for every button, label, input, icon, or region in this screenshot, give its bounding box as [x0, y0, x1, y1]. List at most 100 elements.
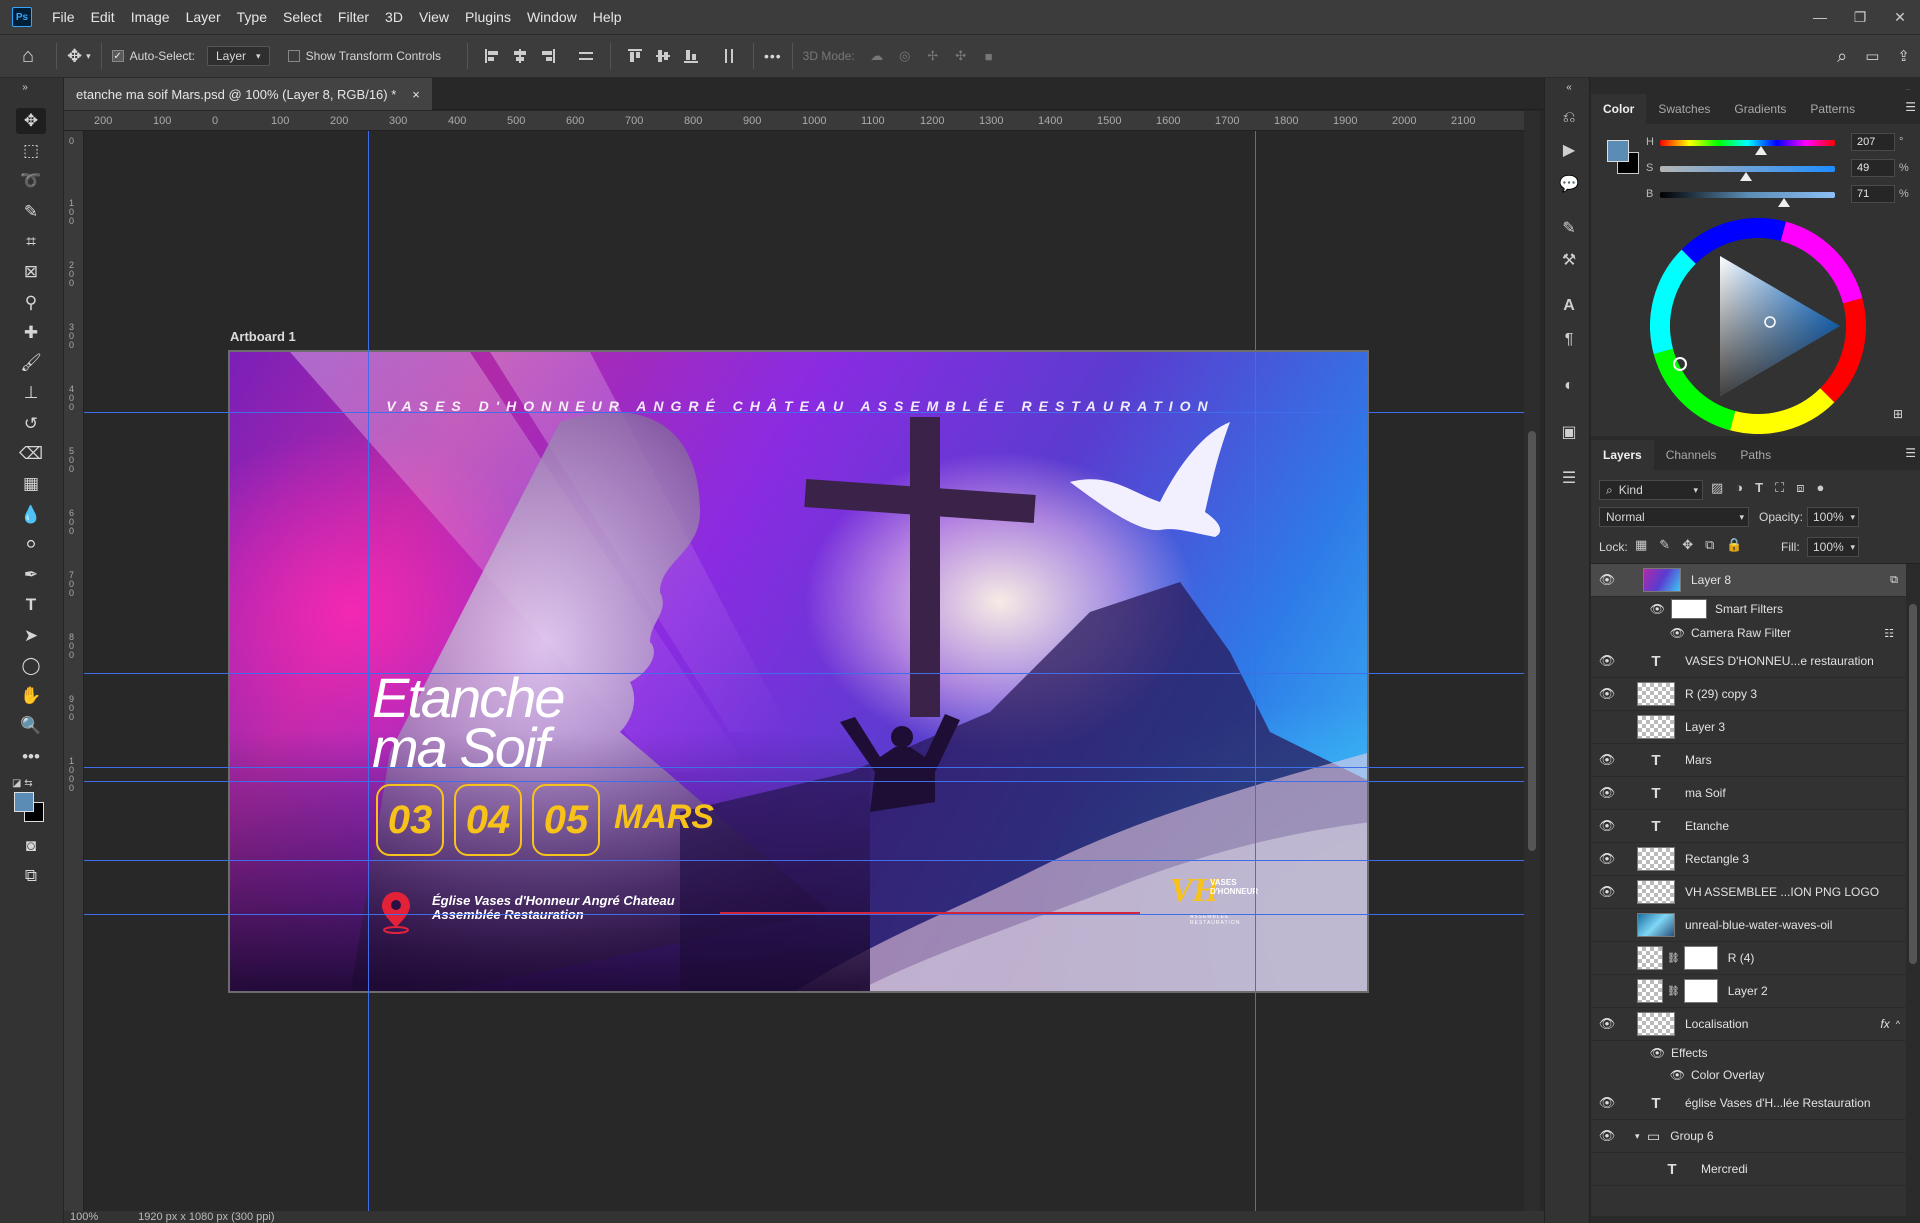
- canvas-area[interactable]: Artboard 1 VASES D'HONNEUR ANGRÉ CHÂTEAU…: [84, 131, 1524, 1211]
- search-icon[interactable]: ⌕: [1837, 46, 1847, 67]
- tab-patterns[interactable]: Patterns: [1798, 94, 1867, 124]
- menu-type[interactable]: Type: [229, 9, 275, 25]
- edit-toolbar-icon[interactable]: •••: [16, 744, 46, 770]
- layer-row-ma-soif[interactable]: 👁 T ma Soif: [1591, 777, 1906, 810]
- workspace-icon[interactable]: ▭: [1865, 47, 1879, 65]
- visibility-eye-icon[interactable]: 👁: [1591, 1128, 1623, 1144]
- restore-icon[interactable]: ❐: [1840, 0, 1880, 34]
- shape-tool-icon[interactable]: ◯: [16, 653, 46, 679]
- layer-name[interactable]: Etanche: [1685, 819, 1729, 833]
- brightness-value[interactable]: 71: [1851, 185, 1895, 203]
- guide-horizontal[interactable]: [84, 412, 1524, 413]
- layer-row-mercredi[interactable]: T Mercredi: [1591, 1153, 1906, 1186]
- 3d-camera-icon[interactable]: ■: [979, 46, 999, 66]
- brush-tool-icon[interactable]: 🖌: [16, 350, 46, 376]
- artboard-flyer[interactable]: VASES D'HONNEUR ANGRÉ CHÂTEAU ASSEMBLÉE …: [228, 350, 1369, 993]
- menu-view[interactable]: View: [411, 9, 457, 25]
- layers-menu-icon[interactable]: ☰: [1905, 446, 1916, 460]
- layer-name[interactable]: VH ASSEMBLEE ...ION PNG LOGO: [1685, 885, 1879, 899]
- lock-position-icon[interactable]: ✥: [1682, 537, 1693, 553]
- quick-mask-icon[interactable]: ◙: [16, 833, 46, 859]
- libraries-icon[interactable]: ▣: [1557, 420, 1581, 444]
- hue-slider-thumb[interactable]: [1755, 146, 1767, 155]
- move-tool-icon[interactable]: ✥: [67, 46, 82, 67]
- crop-tool-icon[interactable]: ⌗: [16, 229, 46, 255]
- document-size[interactable]: 1920 px x 1080 px (300 ppi): [138, 1211, 274, 1223]
- lock-transparency-icon[interactable]: ▦: [1635, 537, 1647, 553]
- layer-row-mars[interactable]: 👁 T Mars: [1591, 744, 1906, 777]
- transform-controls-checkbox[interactable]: Show Transform Controls: [287, 49, 441, 63]
- blur-tool-icon[interactable]: 💧: [16, 502, 46, 528]
- history-brush-tool-icon[interactable]: ↺: [16, 411, 46, 437]
- tab-paths[interactable]: Paths: [1728, 440, 1783, 470]
- menu-edit[interactable]: Edit: [83, 9, 123, 25]
- expand-panels-icon[interactable]: «: [1557, 80, 1581, 94]
- adjustments-icon[interactable]: ◐: [1557, 374, 1581, 398]
- color-overlay-row[interactable]: 👁 Color Overlay: [1591, 1063, 1906, 1087]
- healing-brush-tool-icon[interactable]: ✚: [16, 320, 46, 346]
- frame-tool-icon[interactable]: ⊠: [16, 259, 46, 285]
- home-icon[interactable]: ⌂: [0, 45, 56, 68]
- visibility-eye-icon[interactable]: 👁: [1591, 785, 1623, 801]
- visibility-eye-icon[interactable]: 👁: [1591, 818, 1623, 834]
- opacity-field[interactable]: 100% ▾: [1807, 507, 1859, 527]
- lock-artboard-icon[interactable]: ⧉: [1705, 537, 1714, 553]
- vertical-ruler[interactable]: 0 1 0 0 2 0 0 3 0 0 4 0 0 5 0 0 6 0 0 7 0 0 8 0 …: [64, 131, 84, 1211]
- tab-swatches[interactable]: Swatches: [1646, 94, 1722, 124]
- guide-horizontal[interactable]: [84, 860, 1524, 861]
- layer-row-eglise-text[interactable]: 👁 T église Vases d'H...lée Restauration: [1591, 1087, 1906, 1120]
- actions-icon[interactable]: ▶: [1557, 138, 1581, 162]
- guide-horizontal[interactable]: [84, 781, 1524, 782]
- visibility-eye-icon[interactable]: 👁: [1591, 1068, 1691, 1082]
- eraser-tool-icon[interactable]: ⌫: [16, 441, 46, 467]
- paragraph-icon[interactable]: ¶: [1557, 328, 1581, 352]
- lock-all-icon[interactable]: 🔒: [1726, 537, 1742, 553]
- 3d-pan-icon[interactable]: ✢: [923, 46, 943, 66]
- screen-mode-icon[interactable]: ⧉: [16, 863, 46, 889]
- eyedropper-tool-icon[interactable]: ⚲: [16, 290, 46, 316]
- layer-row-rectangle-3[interactable]: 👁 Rectangle 3: [1591, 843, 1906, 876]
- share-icon[interactable]: ⇪: [1897, 47, 1910, 65]
- type-tool-icon[interactable]: T: [16, 592, 46, 618]
- scroll-thumb[interactable]: [1528, 431, 1536, 851]
- layers-scrollbar[interactable]: [1906, 564, 1920, 1216]
- tab-layers[interactable]: Layers: [1591, 440, 1654, 470]
- brightness-slider-thumb[interactable]: [1778, 198, 1790, 207]
- layer-name[interactable]: R (29) copy 3: [1685, 687, 1757, 701]
- guide-horizontal[interactable]: [84, 673, 1524, 674]
- layer-name[interactable]: VASES D'HONNEU...e restauration: [1685, 654, 1874, 668]
- tab-channels[interactable]: Channels: [1654, 440, 1729, 470]
- layer-row-vases-text[interactable]: 👁 T VASES D'HONNEU...e restauration: [1591, 645, 1906, 678]
- visibility-eye-icon[interactable]: 👁: [1591, 1016, 1623, 1032]
- dodge-tool-icon[interactable]: ⚪: [16, 532, 46, 558]
- pen-tool-icon[interactable]: ✒: [16, 562, 46, 588]
- menu-file[interactable]: File: [44, 9, 83, 25]
- visibility-eye-icon[interactable]: 👁: [1591, 653, 1623, 669]
- layer-row-layer-2[interactable]: ⛓ Layer 2: [1591, 975, 1906, 1008]
- foreground-color-swatch[interactable]: [14, 792, 34, 812]
- layer-name[interactable]: Rectangle 3: [1685, 852, 1749, 866]
- camera-raw-filter-row[interactable]: 👁 Camera Raw Filter ☷: [1591, 621, 1906, 645]
- layer-name[interactable]: R (4): [1728, 951, 1755, 965]
- visibility-eye-icon[interactable]: 👁: [1591, 686, 1623, 702]
- align-hcenter-icon[interactable]: [510, 46, 530, 66]
- brightness-slider[interactable]: [1660, 192, 1835, 198]
- 3d-roll-icon[interactable]: ◎: [895, 46, 915, 66]
- comments-icon[interactable]: 💬: [1557, 172, 1581, 196]
- filter-options-icon[interactable]: ☷: [1884, 627, 1906, 640]
- visibility-eye-icon[interactable]: 👁: [1591, 752, 1623, 768]
- tool-preset-chevron-icon[interactable]: ▾: [86, 51, 91, 62]
- menu-help[interactable]: Help: [585, 9, 630, 25]
- layer-name[interactable]: Localisation: [1685, 1017, 1748, 1031]
- marquee-tool-icon[interactable]: ⬚: [16, 138, 46, 164]
- layer-row-etanche[interactable]: 👁 T Etanche: [1591, 810, 1906, 843]
- lasso-tool-icon[interactable]: ➰: [16, 168, 46, 194]
- menu-3d[interactable]: 3D: [377, 9, 411, 25]
- history-icon[interactable]: ⎌: [1557, 106, 1581, 130]
- layer-row-vh-logo[interactable]: 👁 VH ASSEMBLEE ...ION PNG LOGO: [1591, 876, 1906, 909]
- saturation-value[interactable]: 49: [1851, 159, 1895, 177]
- layer-name[interactable]: église Vases d'H...lée Restauration: [1685, 1096, 1871, 1110]
- artboard-label[interactable]: Artboard 1: [230, 329, 296, 344]
- hue-slider[interactable]: [1660, 140, 1835, 146]
- minimize-icon[interactable]: —: [1800, 0, 1840, 34]
